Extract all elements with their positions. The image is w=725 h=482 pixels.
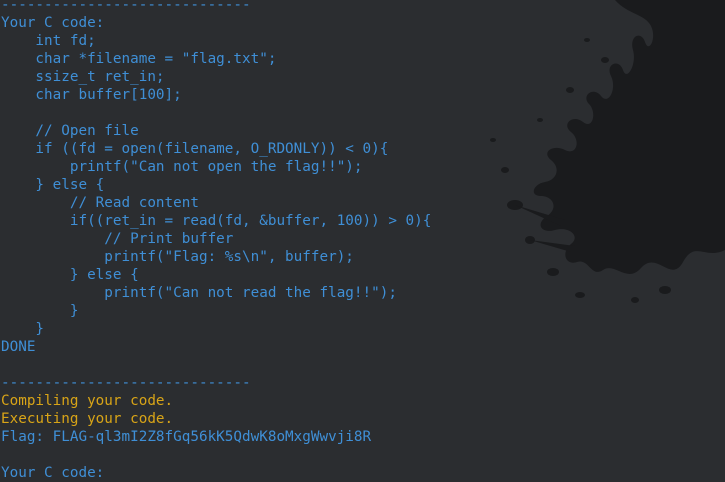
prompt-line: Your C code: xyxy=(1,15,105,31)
done-line: DONE xyxy=(1,339,36,355)
code-line: int fd; xyxy=(1,33,96,49)
status-line: Executing your code. xyxy=(1,411,174,427)
code-line: printf("Can not open the flag!!"); xyxy=(1,159,363,175)
code-line: } else { xyxy=(1,177,105,193)
code-line: if ((fd = open(filename, O_RDONLY)) < 0)… xyxy=(1,141,389,157)
code-line: char buffer[100]; xyxy=(1,87,182,103)
terminal-output: ----------------------------- Your C code… xyxy=(1,0,725,482)
status-line: Compiling your code. xyxy=(1,393,174,409)
separator-line: ----------------------------- xyxy=(1,0,251,13)
separator-line: ----------------------------- xyxy=(1,375,251,391)
code-line: } else { xyxy=(1,267,139,283)
code-line: printf("Flag: %s\n", buffer); xyxy=(1,249,354,265)
code-line: char *filename = "flag.txt"; xyxy=(1,51,277,67)
code-line: // Print buffer xyxy=(1,231,234,247)
code-line: // Read content xyxy=(1,195,199,211)
code-line: ssize_t ret_in; xyxy=(1,69,165,85)
code-line: if((ret_in = read(fd, &buffer, 100)) > 0… xyxy=(1,213,432,229)
code-line: } xyxy=(1,321,45,337)
flag-output-line: Flag: FLAG-ql3mI2Z8fGq56kK5QdwK8oMxgWwvj… xyxy=(1,429,372,445)
code-line: } xyxy=(1,303,79,319)
prompt-line: Your C code: xyxy=(1,465,105,481)
code-line: // Open file xyxy=(1,123,139,139)
code-line: printf("Can not read the flag!!"); xyxy=(1,285,397,301)
